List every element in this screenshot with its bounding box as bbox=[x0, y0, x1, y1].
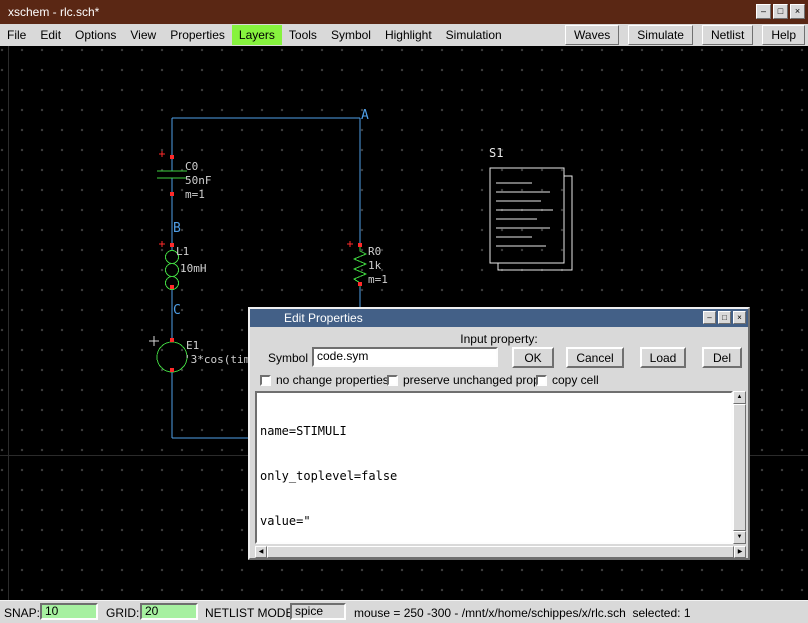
menu-properties[interactable]: Properties bbox=[163, 25, 232, 45]
menu-simulation[interactable]: Simulation bbox=[439, 25, 509, 45]
menubar-buttons: Waves Simulate Netlist Help bbox=[565, 25, 808, 45]
scroll-right-arrow[interactable]: ▶ bbox=[734, 546, 746, 558]
horizontal-scrollbar[interactable]: ◀ ▶ bbox=[255, 546, 746, 558]
resistor-value-label[interactable]: 1k bbox=[368, 259, 381, 272]
code-block-name-label[interactable]: S1 bbox=[489, 146, 503, 160]
xschem-window: xschem - rlc.sch* – □ × File Edit Option… bbox=[0, 0, 808, 623]
menu-tools[interactable]: Tools bbox=[282, 25, 324, 45]
capacitor-symbol[interactable] bbox=[157, 171, 187, 178]
checkbox-indicator[interactable] bbox=[260, 375, 271, 386]
ok-button[interactable]: OK bbox=[512, 347, 554, 368]
vertical-scroll-thumb[interactable] bbox=[733, 404, 746, 531]
window-controls: – □ × bbox=[756, 4, 805, 19]
menu-options[interactable]: Options bbox=[68, 25, 123, 45]
inductor-name-label[interactable]: L1 bbox=[176, 245, 189, 258]
capacitor-mult-label[interactable]: m=1 bbox=[185, 188, 205, 201]
load-button[interactable]: Load bbox=[640, 347, 686, 368]
net-label-a[interactable]: A bbox=[361, 108, 369, 123]
grid-input[interactable]: 20 bbox=[140, 603, 198, 620]
source-name-label[interactable]: E1 bbox=[186, 339, 199, 352]
vsource-symbol[interactable] bbox=[149, 336, 187, 372]
resistor-name-label[interactable]: R0 bbox=[368, 245, 381, 258]
dialog-title: Edit Properties bbox=[284, 311, 363, 325]
menu-view[interactable]: View bbox=[123, 25, 163, 45]
menubar: File Edit Options View Properties Layers… bbox=[0, 24, 808, 46]
checkbox-indicator[interactable] bbox=[387, 375, 398, 386]
waves-button[interactable]: Waves bbox=[565, 25, 619, 45]
horizontal-scroll-thumb[interactable] bbox=[267, 546, 734, 558]
scroll-left-arrow[interactable]: ◀ bbox=[255, 546, 267, 558]
netlist-mode-label: NETLIST MODE: bbox=[205, 606, 297, 620]
window-title: xschem - rlc.sch* bbox=[8, 5, 99, 19]
checkbox-label: preserve unchanged props bbox=[403, 373, 546, 387]
simulate-button[interactable]: Simulate bbox=[628, 25, 693, 45]
snap-label: SNAP: bbox=[4, 606, 40, 620]
netlist-mode-input[interactable]: spice bbox=[290, 603, 346, 620]
dialog-maximize-button[interactable]: □ bbox=[718, 311, 731, 324]
cancel-button[interactable]: Cancel bbox=[566, 347, 624, 368]
resistor-symbol[interactable] bbox=[354, 247, 366, 287]
grid-label: GRID: bbox=[106, 606, 139, 620]
netlist-button[interactable]: Netlist bbox=[702, 25, 753, 45]
editor-line: only_toplevel=false bbox=[260, 469, 728, 484]
capacitor-value-label[interactable]: 50nF bbox=[185, 174, 212, 187]
dialog-minimize-button[interactable]: – bbox=[703, 311, 716, 324]
snap-input[interactable]: 10 bbox=[40, 603, 98, 620]
menu-file[interactable]: File bbox=[0, 25, 33, 45]
plus-polarity-mark bbox=[149, 336, 159, 346]
net-label-c[interactable]: C bbox=[173, 303, 181, 318]
window-maximize-button[interactable]: □ bbox=[773, 4, 788, 19]
editor-line: value=" bbox=[260, 514, 728, 529]
input-property-label: Input property: bbox=[250, 332, 748, 346]
dialog-titlebar[interactable]: Edit Properties – □ × bbox=[250, 309, 748, 327]
menu-symbol[interactable]: Symbol bbox=[324, 25, 378, 45]
no-change-properties-checkbox[interactable]: no change properties bbox=[260, 373, 389, 387]
menu-layers[interactable]: Layers bbox=[232, 25, 282, 45]
capacitor-name-label[interactable]: C0 bbox=[185, 160, 198, 173]
dialog-close-button[interactable]: × bbox=[733, 311, 746, 324]
resistor-mult-label[interactable]: m=1 bbox=[368, 273, 388, 286]
code-symbol[interactable] bbox=[490, 168, 572, 270]
window-close-button[interactable]: × bbox=[790, 4, 805, 19]
window-titlebar[interactable]: xschem - rlc.sch* – □ × bbox=[0, 0, 808, 24]
inductor-value-label[interactable]: 10mH bbox=[180, 262, 207, 275]
property-text-editor[interactable]: name=STIMULI only_toplevel=false value="… bbox=[255, 391, 733, 544]
edit-properties-dialog: Edit Properties – □ × Input property: Sy… bbox=[248, 307, 750, 560]
vertical-scrollbar[interactable]: ▲ ▼ bbox=[733, 391, 746, 544]
symbol-label: Symbol bbox=[268, 351, 308, 365]
symbol-input[interactable]: code.sym bbox=[312, 347, 498, 367]
menu-edit[interactable]: Edit bbox=[33, 25, 68, 45]
menu-highlight[interactable]: Highlight bbox=[378, 25, 439, 45]
preserve-unchanged-props-checkbox[interactable]: preserve unchanged props bbox=[387, 373, 546, 387]
copy-cell-checkbox[interactable]: copy cell bbox=[536, 373, 599, 387]
editor-line: name=STIMULI bbox=[260, 424, 728, 439]
window-minimize-button[interactable]: – bbox=[756, 4, 771, 19]
scroll-up-arrow[interactable]: ▲ bbox=[733, 391, 746, 404]
dialog-controls: – □ × bbox=[703, 311, 746, 324]
scroll-down-arrow[interactable]: ▼ bbox=[733, 531, 746, 544]
del-button[interactable]: Del bbox=[702, 347, 742, 368]
help-button[interactable]: Help bbox=[762, 25, 805, 45]
checkbox-indicator[interactable] bbox=[536, 375, 547, 386]
checkbox-label: no change properties bbox=[276, 373, 389, 387]
checkbox-label: copy cell bbox=[552, 373, 599, 387]
mouse-coordinates-info: mouse = 250 -300 - /mnt/x/home/schippes/… bbox=[354, 606, 691, 620]
statusbar: SNAP: 10 GRID: 20 NETLIST MODE: spice mo… bbox=[0, 600, 808, 623]
net-label-b[interactable]: B bbox=[173, 221, 181, 236]
